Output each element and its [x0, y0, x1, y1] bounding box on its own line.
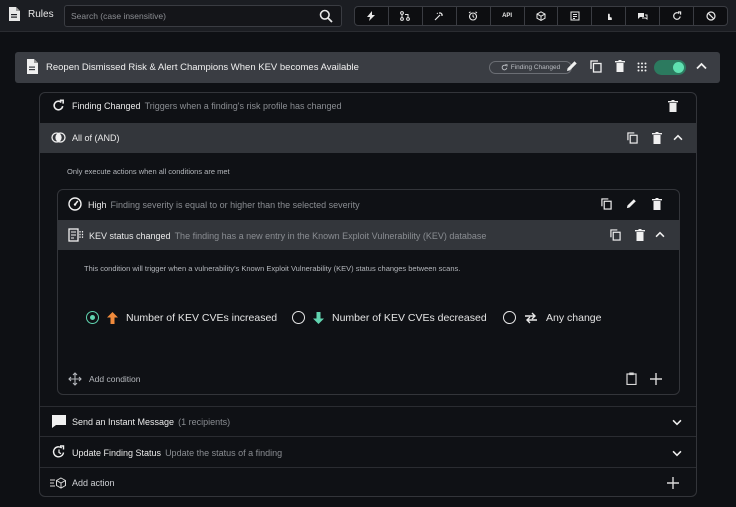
edit-icon[interactable]	[566, 60, 578, 72]
option-label: Number of KEV CVEs increased	[126, 311, 278, 324]
action-label: Update Finding Status	[72, 448, 162, 458]
chevron-down-icon[interactable]	[672, 450, 682, 457]
refresh-icon	[52, 99, 65, 112]
copy-icon[interactable]	[590, 60, 602, 73]
add-action-button[interactable]: Add action	[72, 478, 115, 488]
app-title-label: Rules	[28, 8, 54, 20]
chevron-up-icon[interactable]	[655, 231, 665, 238]
group-note: Only execute actions when all conditions…	[67, 167, 230, 176]
option-label: Any change	[546, 311, 602, 324]
trigger-chip-label: Finding Changed	[510, 64, 561, 71]
option-label: Number of KEV CVEs decreased	[332, 311, 487, 324]
top-bar: Rules API	[0, 0, 736, 32]
copy-icon[interactable]	[601, 198, 612, 210]
divider	[40, 406, 696, 407]
branch-icon[interactable]	[389, 7, 423, 25]
action-description: (1 recipients)	[178, 417, 231, 427]
divider	[40, 436, 696, 437]
condition-kev-description: The finding has a new entry in the Known…	[174, 231, 487, 241]
option-kev-decreased[interactable]: Number of KEV CVEs decreased	[292, 311, 487, 324]
chat-icon[interactable]	[626, 7, 661, 25]
alarm-icon[interactable]	[457, 7, 491, 25]
clipboard-icon[interactable]	[626, 372, 637, 385]
kev-icon	[68, 228, 84, 242]
radio-unselected[interactable]	[292, 311, 305, 324]
toggle-knob	[673, 62, 684, 73]
rule-header[interactable]: Reopen Dismissed Risk & Alert Champions …	[15, 52, 720, 83]
edit-icon[interactable]	[626, 198, 637, 209]
add-action-icon	[50, 477, 67, 489]
update-status-icon	[52, 445, 66, 459]
radio-unselected[interactable]	[503, 311, 516, 324]
condition-high-description: Finding severity is equal to or higher t…	[110, 200, 360, 210]
bolt-icon[interactable]	[355, 7, 389, 25]
condition-kev-label: KEV status changed	[89, 231, 171, 241]
trash-icon[interactable]	[652, 132, 662, 144]
arrow-down-icon	[313, 311, 324, 324]
condition-kev-row: KEV status changed The finding has a new …	[89, 231, 486, 241]
action-description: Update the status of a finding	[165, 448, 283, 458]
trigger-label: Finding Changed	[72, 101, 141, 111]
copy-icon[interactable]	[610, 229, 621, 241]
trash-icon[interactable]	[615, 60, 625, 72]
search-input[interactable]	[71, 9, 301, 23]
chevron-up-icon[interactable]	[673, 134, 683, 141]
block-icon[interactable]	[694, 7, 727, 25]
action-send-message-row[interactable]: Send an Instant Message (1 recipients)	[72, 417, 230, 427]
option-kev-increased[interactable]: Number of KEV CVEs increased	[86, 311, 277, 324]
rule-title: Reopen Dismissed Risk & Alert Champions …	[46, 62, 359, 73]
divider	[40, 467, 696, 468]
option-any-change[interactable]: Any change	[503, 311, 601, 324]
document-icon	[26, 59, 38, 74]
condition-high-label: High	[88, 200, 107, 210]
radio-selected[interactable]	[86, 311, 99, 324]
refresh-icon[interactable]	[660, 7, 695, 25]
rule-enabled-toggle[interactable]	[654, 60, 686, 75]
condition-high-row[interactable]: High Finding severity is equal to or high…	[88, 200, 360, 210]
search-icon[interactable]	[319, 9, 333, 23]
touch-icon[interactable]	[592, 7, 627, 25]
gauge-icon	[68, 197, 82, 211]
trash-icon[interactable]	[635, 229, 645, 241]
group-label: All of (AND)	[72, 133, 120, 143]
toolbar: API	[354, 6, 728, 26]
grip-icon[interactable]	[637, 62, 647, 72]
plus-icon[interactable]	[667, 477, 679, 489]
add-condition-button[interactable]: Add condition	[89, 374, 141, 384]
swap-icon	[524, 312, 538, 324]
trash-icon[interactable]	[652, 198, 662, 210]
search-box[interactable]	[64, 5, 342, 27]
condition-group-header[interactable]	[40, 123, 696, 153]
list-check-icon[interactable]	[558, 7, 593, 25]
refresh-icon	[501, 64, 508, 71]
trigger-row[interactable]: Finding Changed Triggers when a finding's…	[72, 101, 342, 111]
action-update-status-row[interactable]: Update Finding Status Update the status o…	[72, 448, 282, 458]
condition-kev-note: This condition will trigger when a vulne…	[84, 264, 461, 273]
trash-icon[interactable]	[668, 100, 678, 112]
chevron-down-icon[interactable]	[672, 419, 682, 426]
app-title: Rules	[8, 7, 54, 21]
trigger-chip: Finding Changed	[489, 61, 572, 74]
intersect-icon	[51, 132, 66, 143]
sparkle-icon[interactable]	[423, 7, 457, 25]
document-icon	[8, 7, 20, 21]
action-label: Send an Instant Message	[72, 417, 175, 427]
api-icon[interactable]: API	[491, 7, 525, 25]
chevron-up-icon[interactable]	[696, 62, 707, 70]
trigger-description: Triggers when a finding's risk profile h…	[144, 101, 342, 111]
message-icon	[52, 415, 66, 428]
plus-icon[interactable]	[650, 373, 662, 385]
arrow-up-icon	[107, 311, 118, 324]
cube-icon[interactable]	[525, 7, 559, 25]
copy-icon[interactable]	[627, 132, 638, 144]
move-icon	[68, 372, 82, 386]
